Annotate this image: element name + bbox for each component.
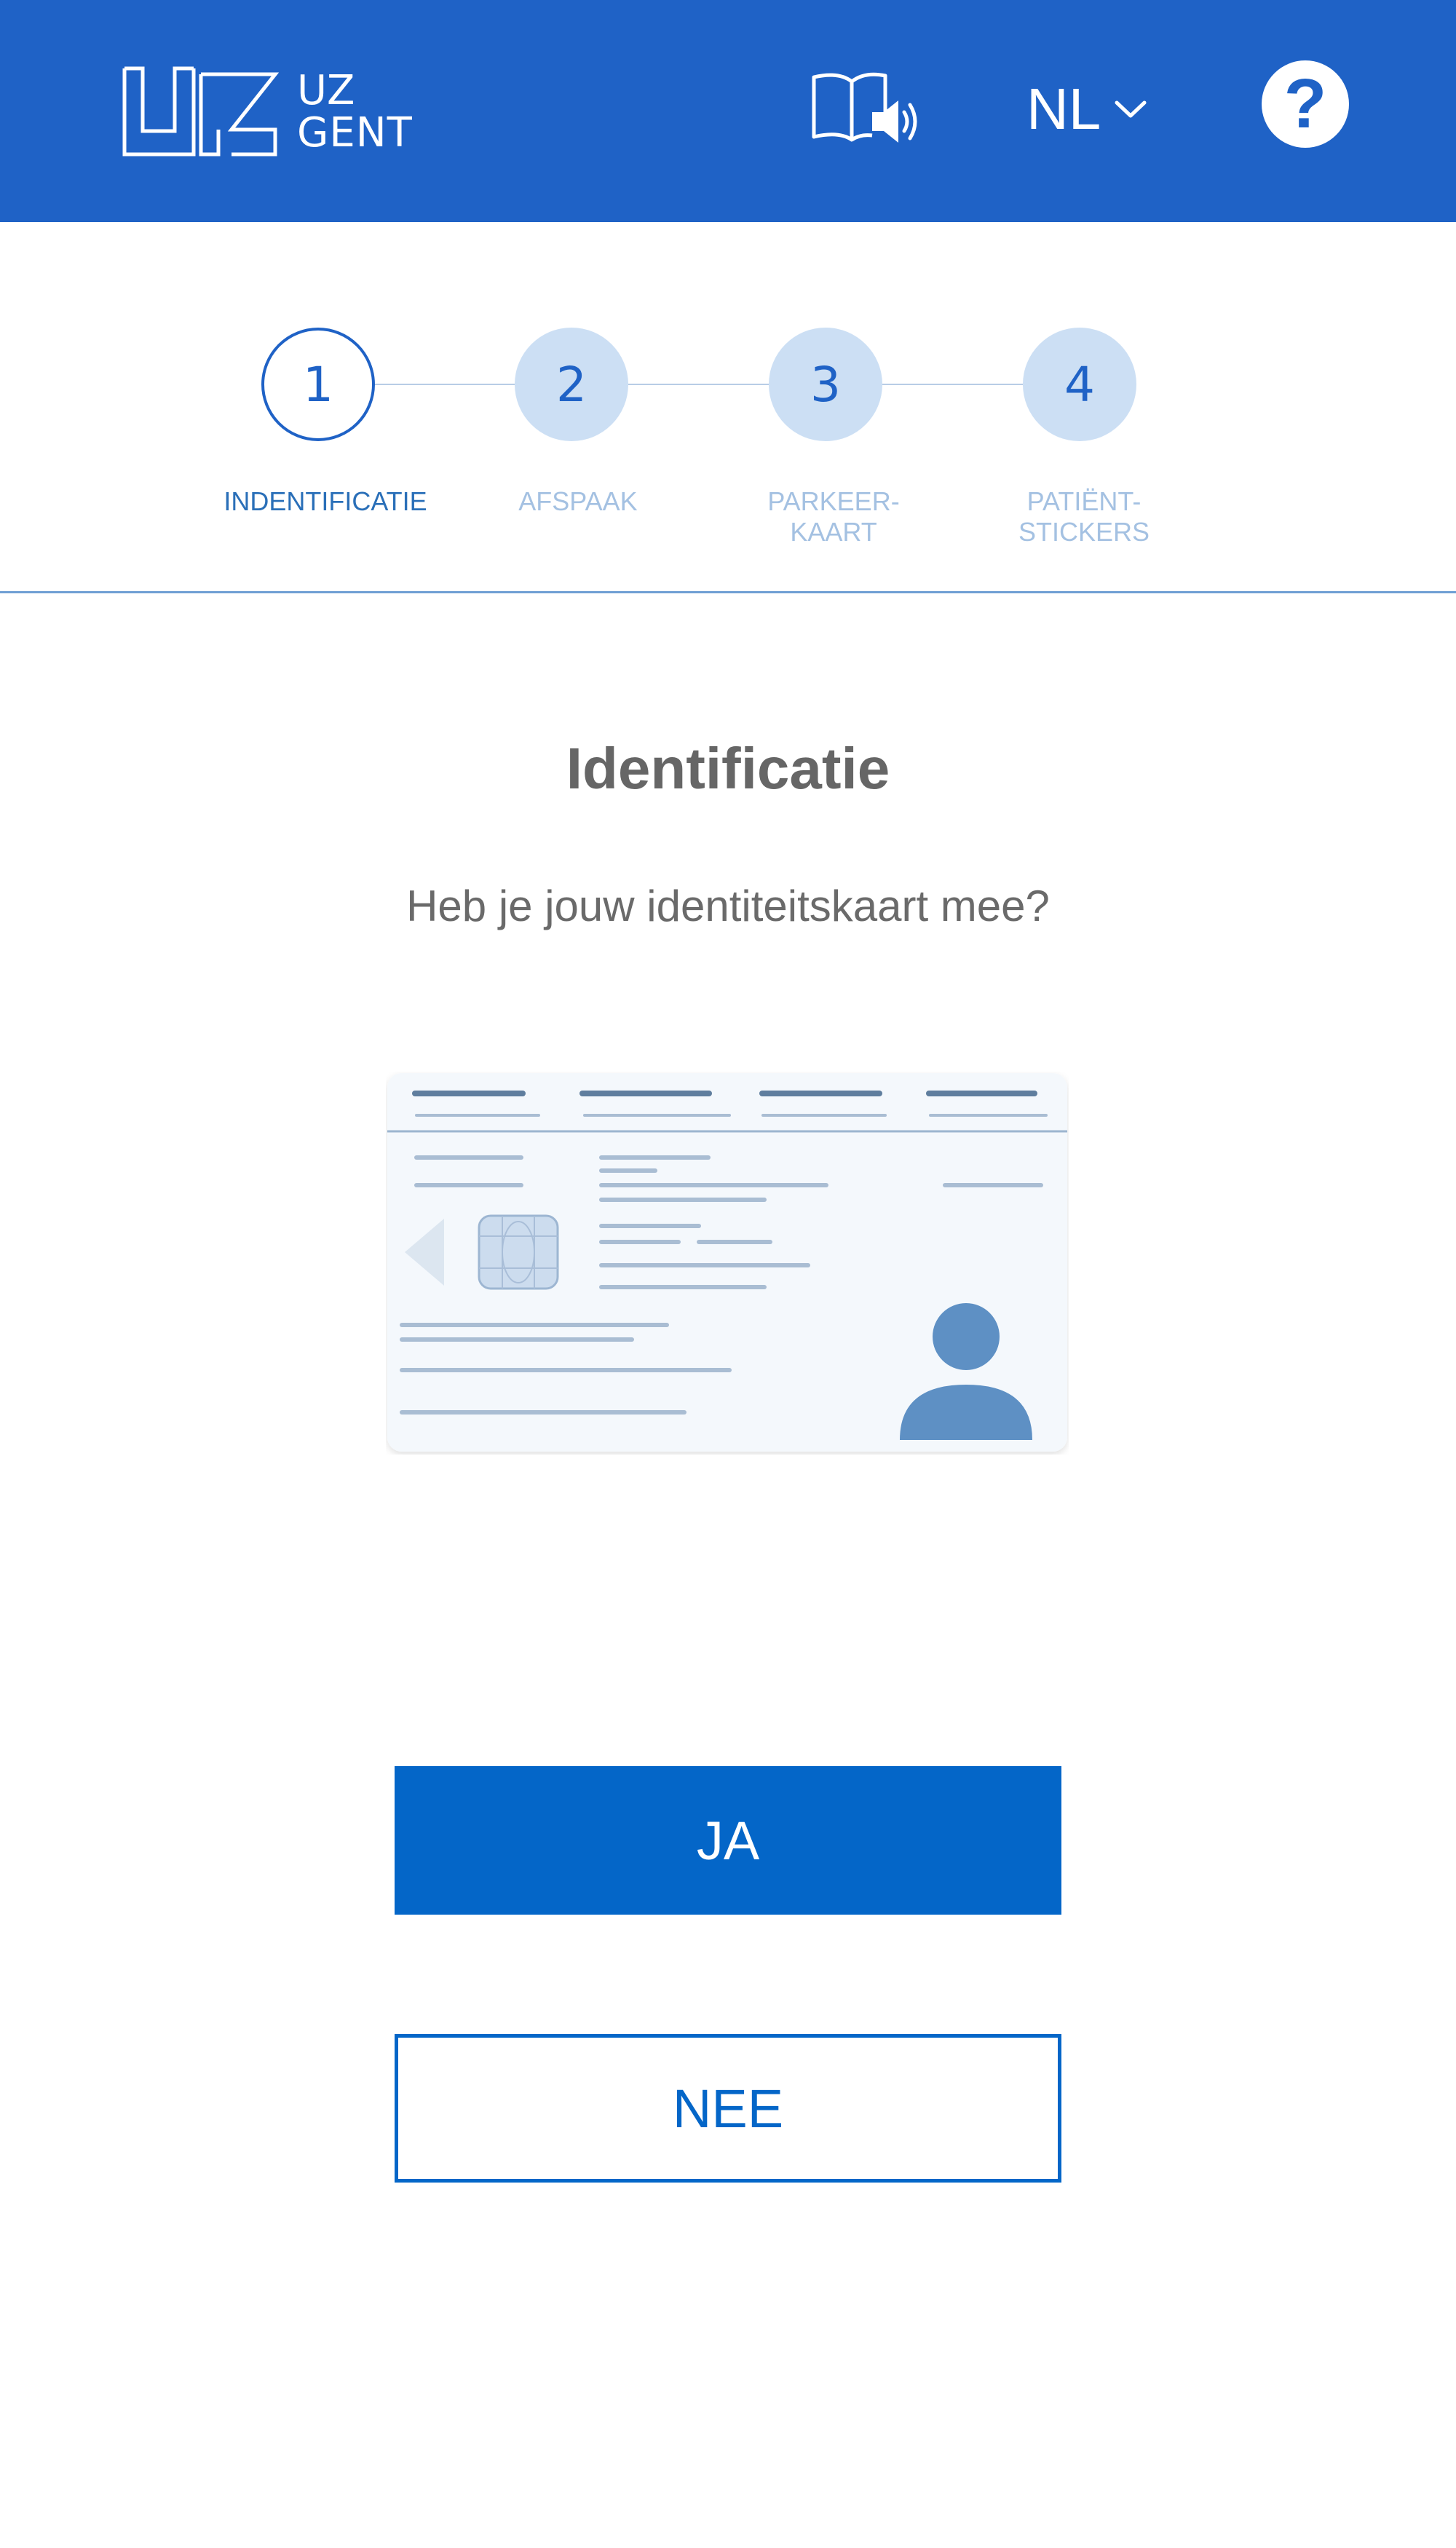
- logo-line-1: UZ: [297, 67, 356, 114]
- logo-line-2: GENT: [297, 109, 413, 157]
- id-card-illustration: [386, 1072, 1069, 1455]
- step-4-label: PATIËNT- STICKERS: [1018, 486, 1150, 547]
- yes-button[interactable]: JA: [395, 1766, 1061, 1915]
- no-button-label: NEE: [672, 2078, 784, 2139]
- read-aloud-button[interactable]: [810, 70, 919, 150]
- step-number: 1: [303, 356, 333, 413]
- logo-wordmark: UZ GENT: [297, 70, 413, 154]
- chevron-down-icon: [1115, 100, 1147, 118]
- step-2-label: AFSPAAK: [518, 486, 638, 516]
- id-card-question: Heb je jouw identiteitskaart mee?: [406, 882, 1050, 930]
- id-card-icon: [387, 1073, 1067, 1452]
- step-number: 2: [556, 356, 587, 413]
- question-mark-icon: ?: [1283, 65, 1327, 143]
- step-4-indicator: 4: [1023, 328, 1136, 441]
- book-speaker-icon: [812, 72, 917, 143]
- language-selector[interactable]: NL: [1026, 73, 1147, 146]
- step-3-indicator: 3: [769, 328, 882, 441]
- help-button[interactable]: ?: [1262, 60, 1349, 148]
- uz-gent-logo: UZ GENT: [122, 66, 412, 160]
- no-button[interactable]: NEE: [395, 2034, 1061, 2183]
- step-number: 3: [810, 356, 841, 413]
- app-header: UZ GENT NL ?: [0, 0, 1456, 222]
- stepper-divider: [0, 591, 1456, 593]
- step-number: 4: [1064, 356, 1095, 413]
- step-connector: [628, 384, 769, 385]
- language-value: NL: [1026, 76, 1101, 141]
- page-title: Identificatie: [566, 736, 890, 801]
- step-1-indicator: 1: [261, 328, 375, 441]
- step-2-indicator: 2: [515, 328, 628, 441]
- step-connector: [375, 384, 515, 385]
- uz-gent-logo-icon: [122, 66, 280, 157]
- yes-button-label: JA: [696, 1810, 760, 1871]
- step-3-label: PARKEER- KAART: [767, 486, 900, 547]
- step-connector: [882, 384, 1023, 385]
- step-1-label: INDENTIFICATIE: [223, 486, 427, 516]
